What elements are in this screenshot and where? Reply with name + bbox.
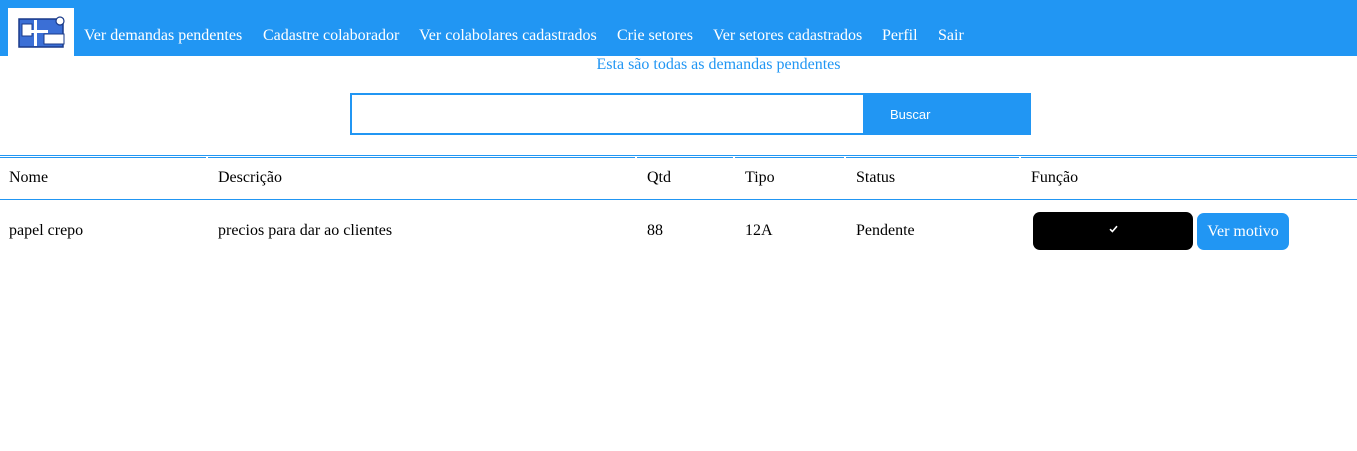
cell-descricao: precios para dar ao clientes: [218, 222, 393, 239]
header-separator: [206, 157, 208, 200]
nav-perfil[interactable]: Perfil: [882, 26, 918, 46]
table-header-bottom-border: [0, 199, 1357, 200]
header-separator: [844, 157, 846, 200]
table-top-border: [0, 155, 1357, 156]
nav-crie-setores[interactable]: Crie setores: [617, 26, 693, 46]
column-header-tipo: Tipo: [745, 169, 775, 186]
header-separator: [635, 157, 637, 200]
nav-ver-colaboradores-cadastrados[interactable]: Ver colabolares cadastrados: [419, 26, 597, 46]
nav-ver-demandas-pendentes[interactable]: Ver demandas pendentes: [84, 26, 242, 46]
header-separator: [733, 157, 735, 200]
column-header-nome: Nome: [9, 169, 49, 186]
column-header-status: Status: [856, 169, 896, 186]
column-header-descricao: Descrição: [218, 169, 282, 186]
table-top-border-inner: [0, 157, 1357, 158]
check-icon: [1109, 225, 1118, 233]
nav-ver-setores-cadastrados[interactable]: Ver setores cadastrados: [713, 26, 862, 46]
column-header-qtd: Qtd: [647, 169, 671, 186]
search-button[interactable]: Buscar: [865, 93, 1031, 135]
cell-nome: papel crepo: [9, 222, 84, 239]
cell-qtd: 88: [647, 222, 663, 239]
search-input[interactable]: [350, 93, 865, 135]
nav-sair[interactable]: Sair: [938, 26, 964, 46]
ver-motivo-button[interactable]: Ver motivo: [1197, 213, 1289, 250]
page-subtitle: Esta são todas as demandas pendentes: [596, 56, 841, 73]
approve-button[interactable]: [1033, 212, 1193, 250]
cell-tipo: 12A: [745, 222, 773, 239]
column-header-funcao: Função: [1031, 169, 1079, 186]
app-logo-icon: [18, 16, 65, 48]
app-logo[interactable]: [8, 8, 74, 56]
top-navbar: Ver demandas pendentes Cadastre colabora…: [0, 0, 1357, 56]
nav-cadastre-colaborador[interactable]: Cadastre colaborador: [263, 26, 399, 46]
header-separator: [1019, 157, 1021, 200]
cell-status: Pendente: [856, 222, 915, 239]
